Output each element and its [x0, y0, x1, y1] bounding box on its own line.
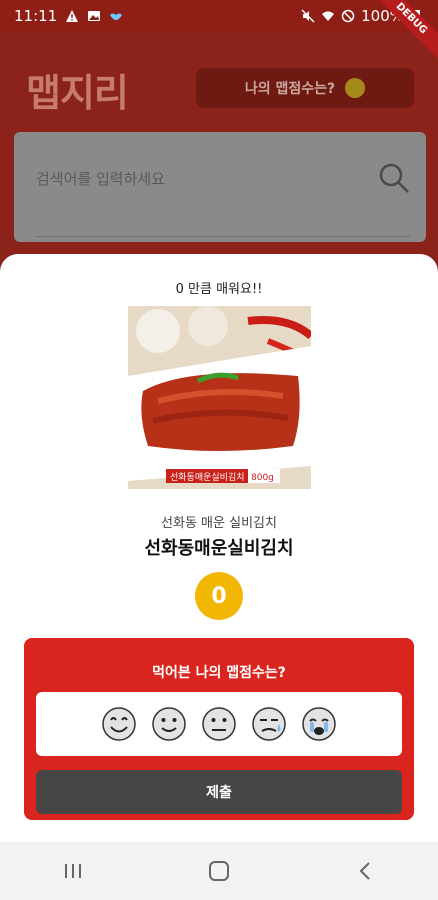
smile-big-icon[interactable]	[101, 706, 137, 742]
image-weight-label: 800g	[251, 473, 274, 483]
neutral-face-icon[interactable]	[201, 706, 237, 742]
status-bar: 11:11 100%	[0, 0, 438, 32]
sweat-face-icon[interactable]	[251, 706, 287, 742]
system-nav-bar	[0, 842, 438, 900]
status-time: 11:11	[14, 7, 58, 25]
crying-face-icon[interactable]	[301, 706, 337, 742]
spicy-level-title: 0 만큼 매워요!!	[175, 282, 263, 297]
smile-icon	[345, 78, 366, 98]
rating-title: 먹어본 나의 맵점수는?	[152, 665, 286, 681]
product-name: 선화동매운실비김치	[144, 538, 294, 559]
spicy-score-badge: 0	[195, 572, 243, 620]
bird-icon	[110, 13, 123, 20]
face-selector	[36, 692, 402, 756]
app-header: 맵지리 나의 맵점수는?	[0, 32, 438, 132]
wifi-icon	[322, 11, 335, 21]
product-subtitle: 선화동 매운 실비김치	[161, 516, 277, 531]
warning-icon	[66, 10, 79, 22]
my-score-button[interactable]: 나의 맵점수는?	[196, 68, 414, 108]
product-bottom-sheet: 0 만큼 매워요!! 선화동매운실비김치 800g 선화동 매운 실비김치 선화…	[0, 254, 438, 842]
recent-apps-icon	[65, 864, 81, 878]
home-icon	[209, 861, 229, 881]
home-button[interactable]	[199, 851, 239, 891]
kimchi-illustration: 선화동매운실비김치 800g	[128, 306, 311, 489]
no-sim-icon	[341, 9, 355, 23]
rating-card: 먹어본 나의 맵점수는? 제출	[24, 638, 414, 820]
smile-icon[interactable]	[151, 706, 187, 742]
image-icon	[88, 11, 101, 21]
search-bar[interactable]: 검색어를 입력하세요	[14, 132, 426, 242]
app-logo: 맵지리	[26, 71, 129, 115]
submit-button[interactable]: 제출	[36, 770, 402, 814]
search-input[interactable]: 검색어를 입력하세요	[36, 168, 165, 189]
recent-apps-button[interactable]	[53, 851, 93, 891]
mute-icon	[301, 9, 315, 23]
back-button[interactable]	[345, 851, 385, 891]
search-icon[interactable]	[378, 162, 410, 194]
product-image: 선화동매운실비김치 800g	[128, 306, 311, 489]
image-product-label: 선화동매운실비김치	[170, 471, 245, 483]
back-icon	[359, 862, 370, 880]
my-score-label: 나의 맵점수는?	[244, 81, 336, 97]
divider	[36, 236, 410, 237]
